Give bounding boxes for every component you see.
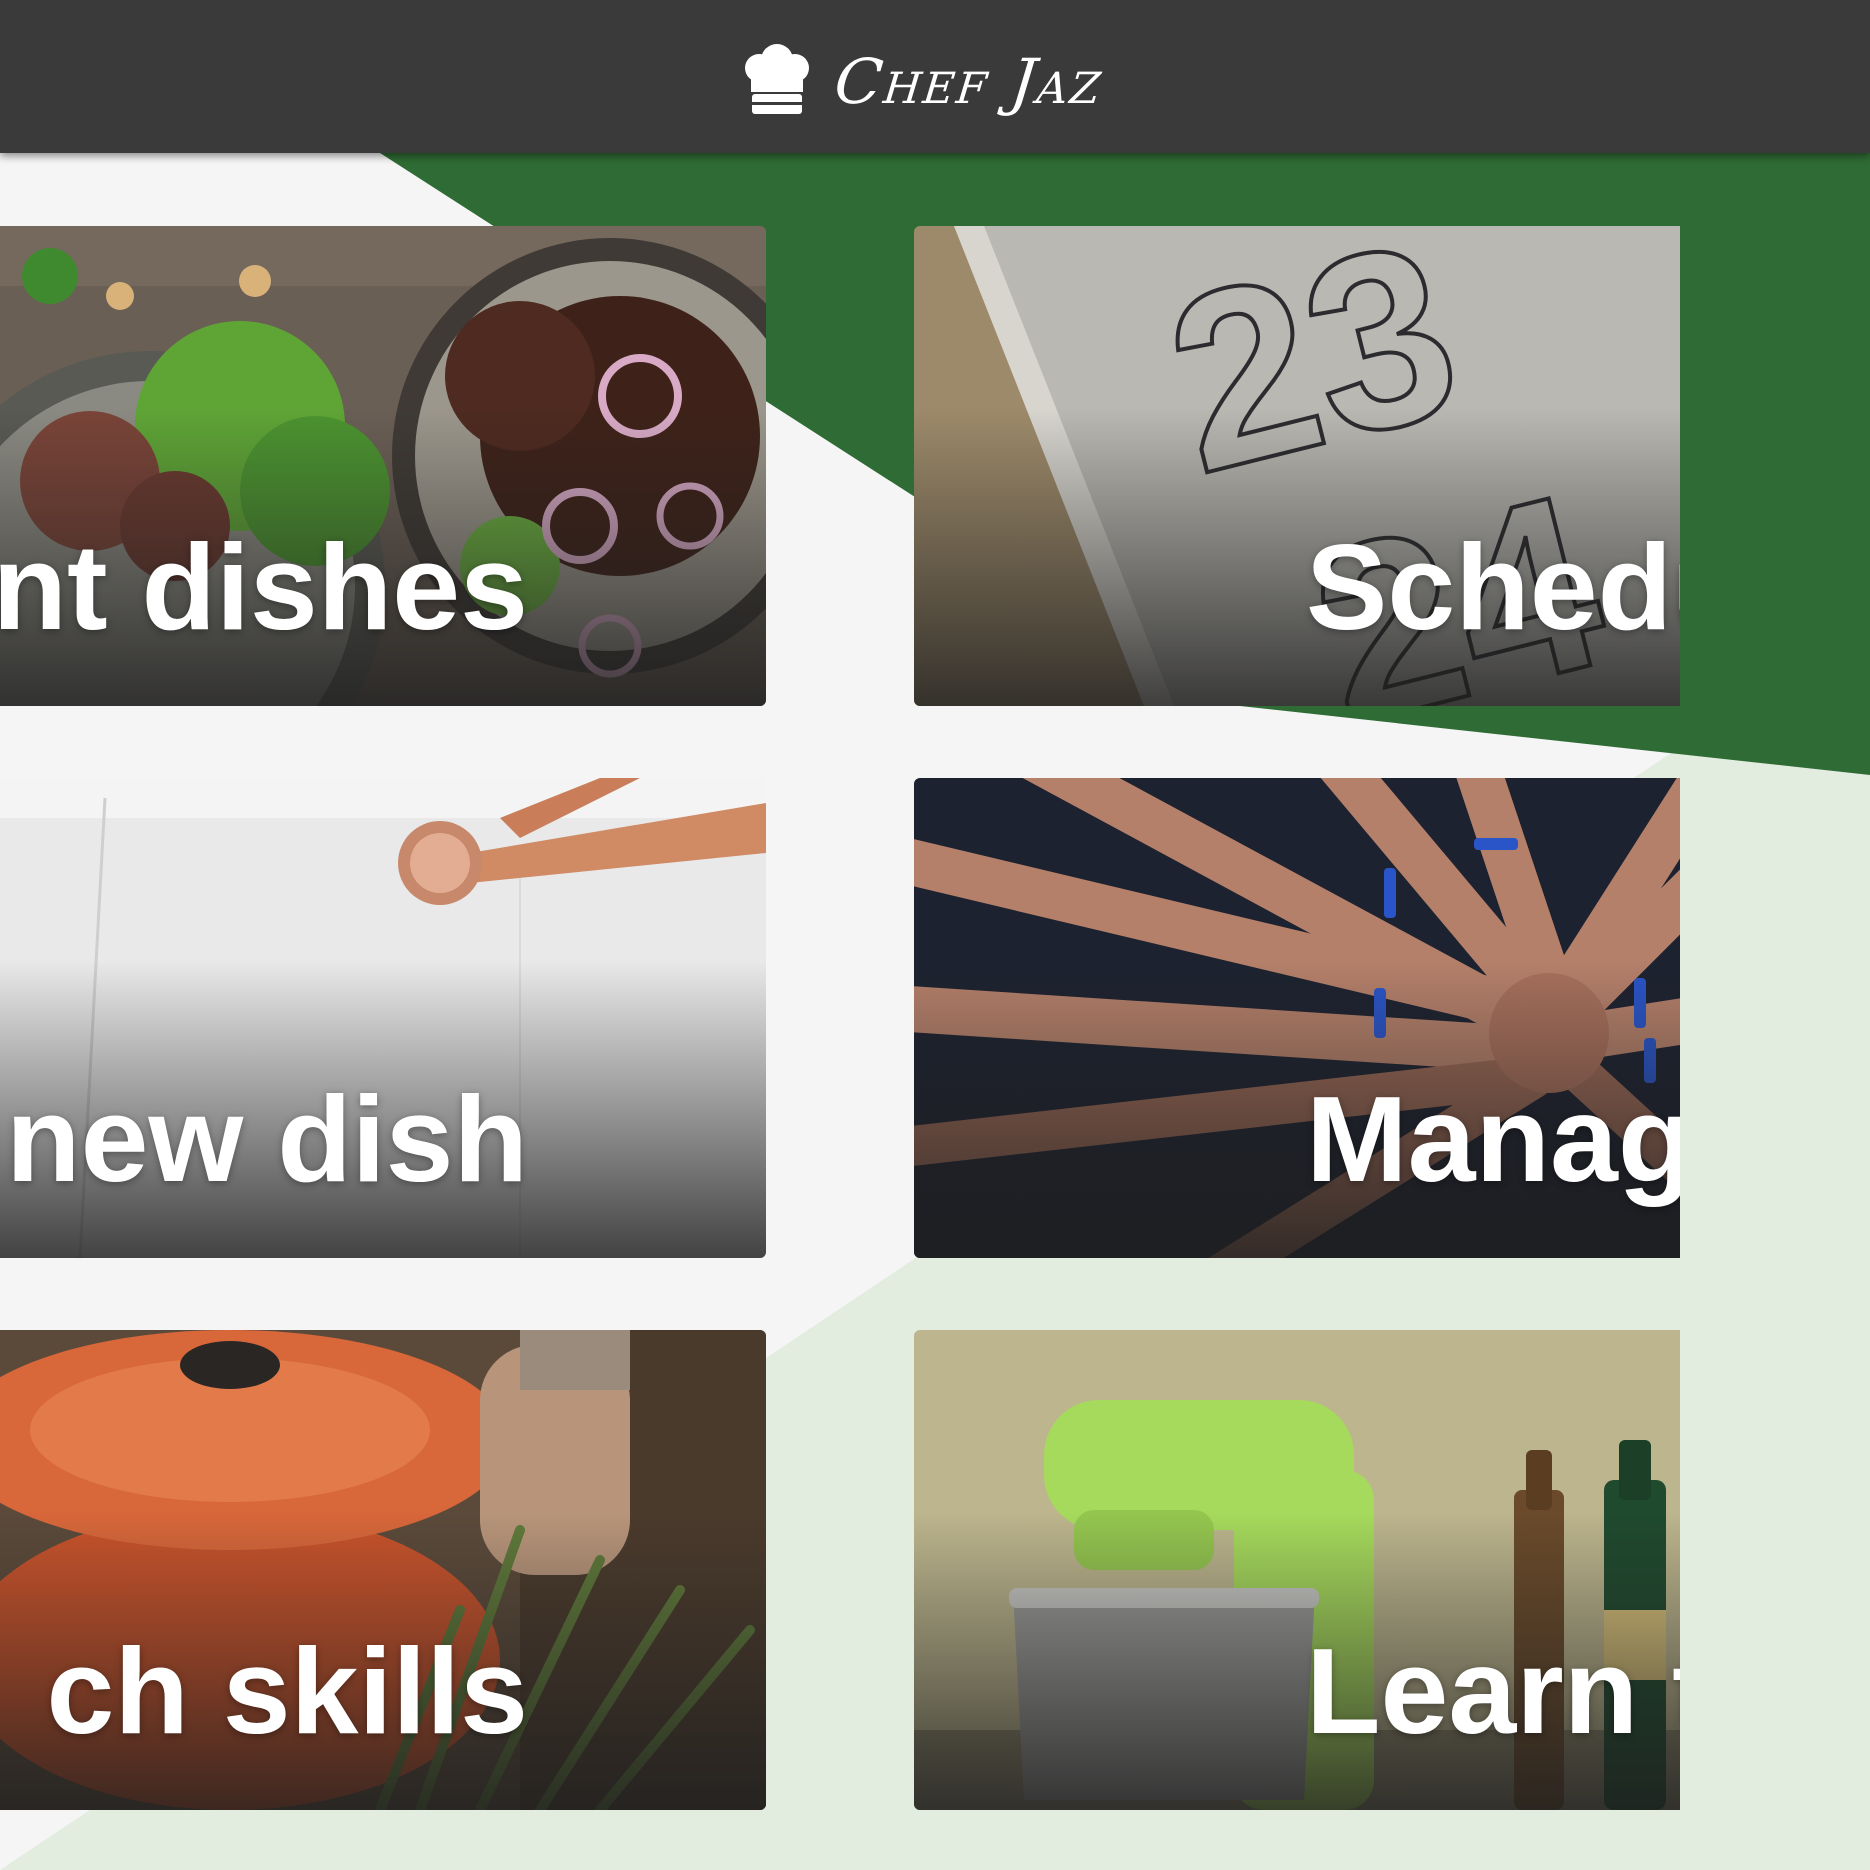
brand-logo[interactable]: Chef Jaz <box>737 42 1107 122</box>
chef-hat-icon <box>745 44 809 114</box>
top-app-bar: Chef Jaz <box>0 0 1870 153</box>
tile-new-dish-label: a new dish <box>0 1071 528 1207</box>
svg-text:23: 23 <box>1144 226 1481 526</box>
tile-dishes-label: ent dishes <box>0 519 528 655</box>
tile-manage-staff-label: Manage staf <box>1306 1071 1680 1207</box>
brand-name: Chef Jaz <box>831 45 1107 118</box>
tile-new-dish[interactable]: a new dish <box>0 778 766 1258</box>
tile-learn-tools[interactable]: Learn tools <box>914 1330 1680 1810</box>
tile-schedule-label: Schedule <box>1306 519 1680 655</box>
tile-manage-staff[interactable]: Manage staf <box>914 778 1680 1258</box>
tile-dishes[interactable]: ent dishes <box>0 226 766 706</box>
tile-schedule[interactable]: 23 24 Schedule <box>914 226 1680 706</box>
tile-learn-tools-label: Learn tools <box>1306 1623 1680 1759</box>
tile-skills-label: ch skills <box>46 1623 528 1759</box>
tile-skills[interactable]: ch skills <box>0 1330 766 1810</box>
